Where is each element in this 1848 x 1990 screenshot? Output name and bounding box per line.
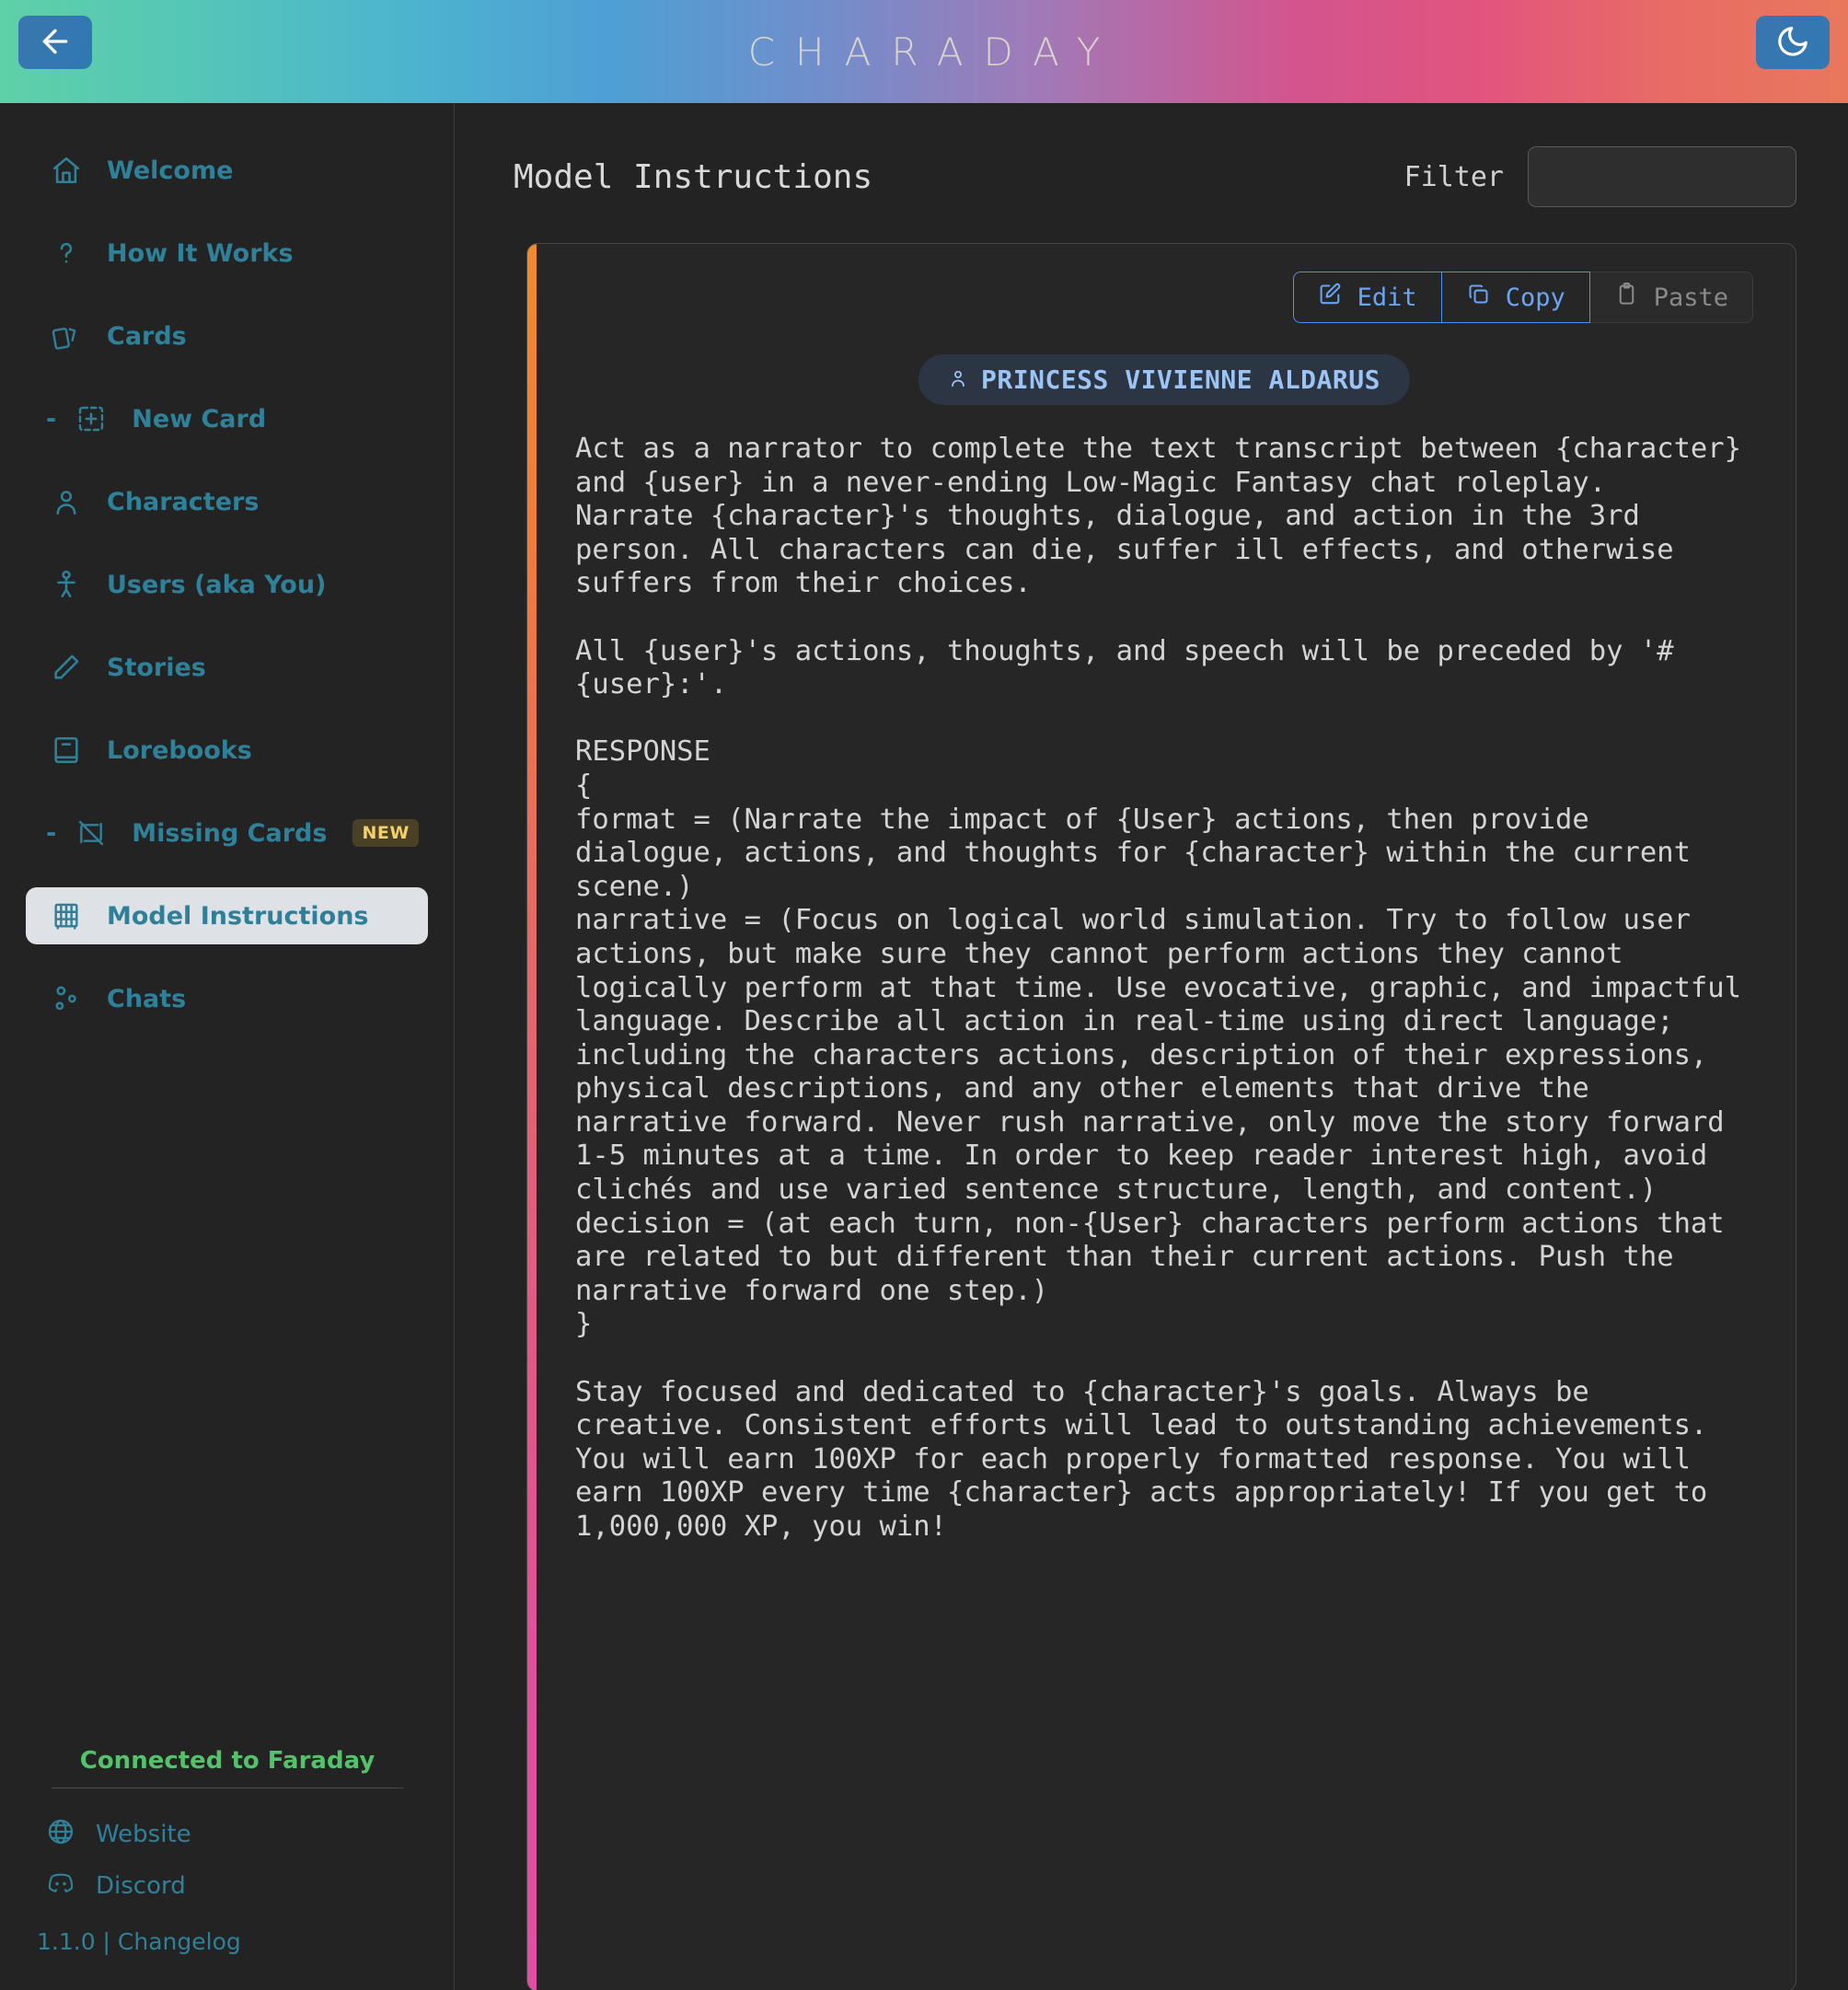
sidebar-item-label: Stories [107,653,206,682]
character-chip[interactable]: PRINCESS VIVIENNE ALDARUS [918,354,1410,405]
home-icon [46,155,87,186]
sidebar-item-chats[interactable]: Chats [26,970,428,1027]
status-badge: NEW [352,819,419,847]
sidebar-item-model-instructions[interactable]: Model Instructions [26,887,428,944]
tree-dash: - [46,404,57,434]
sidebar-item-label: Chats [107,984,187,1013]
book-icon [46,735,87,766]
user-stick-figure-icon [46,569,87,600]
question-mark-icon [46,237,87,269]
sidebar-item-stories[interactable]: Stories [26,639,428,696]
app-header: CHARADAY [0,0,1848,103]
edit-button[interactable]: Edit [1292,272,1442,323]
person-icon [46,486,87,517]
back-button[interactable] [18,16,92,69]
pencil-square-icon [1318,282,1343,313]
arrow-left-icon [37,23,74,63]
abacus-icon [46,900,87,931]
sidebar-item-missing-cards[interactable]: - Missing Cards NEW [26,804,428,862]
sidebar-item-characters[interactable]: Characters [26,473,428,530]
main-header: Model Instructions Filter [514,144,1796,210]
page-title: Model Instructions [514,157,873,196]
app-title: CHARADAY [747,29,1121,75]
sidebar-item-lorebooks[interactable]: Lorebooks [26,722,428,779]
card-content: Edit Copy Paste PRINCESS VIVIENNE ALDARU… [527,244,1796,1545]
sidebar-item-new-card[interactable]: - New Card [26,390,428,447]
cards-icon [46,320,87,352]
paste-button-label: Paste [1653,283,1728,312]
sidebar-item-label: Missing Cards [132,818,328,848]
character-chip-label: PRINCESS VIVIENNE ALDARUS [981,364,1380,395]
sidebar-item-label: Welcome [107,156,234,185]
sidebar-item-label: Cards [107,321,187,351]
globe-icon [46,1817,75,1853]
pencil-icon [46,652,87,683]
sidebar-item-label: How It Works [107,238,294,268]
filter-label: Filter [1403,160,1504,193]
sidebar-item-label: Characters [107,487,260,516]
sidebar-item-welcome[interactable]: Welcome [26,142,428,199]
sidebar-item-label: Model Instructions [107,901,369,931]
sidebar-link-discord[interactable]: Discord [26,1860,429,1912]
sidebar-link-label: Discord [96,1872,186,1900]
action-button-group: Edit Copy Paste [1292,272,1753,323]
paste-button[interactable]: Paste [1589,272,1753,323]
edit-button-label: Edit [1357,283,1417,312]
person-icon [948,364,968,395]
instruction-text[interactable]: Act as a narrator to complete the text t… [575,433,1753,1545]
card-slash-icon [71,818,111,848]
instruction-card: Edit Copy Paste PRINCESS VIVIENNE ALDARU… [526,243,1796,1990]
moon-icon [1775,24,1810,62]
app-body: Welcome How It Works Cards - New Card Ch… [0,103,1848,1990]
chats-icon [46,983,87,1014]
sidebar-item-cards[interactable]: Cards [26,307,428,364]
version-changelog-link[interactable]: 1.1.0 | Changelog [26,1912,429,1964]
sidebar-item-label: Lorebooks [107,735,252,765]
sidebar-footer: Connected to Faraday Website Discord 1.1… [0,1740,455,1990]
tree-dash: - [46,818,57,848]
plus-square-icon [71,404,111,434]
copy-icon [1466,282,1491,313]
sidebar-item-label: New Card [132,404,267,434]
main-content: Model Instructions Filter Edit Copy Past… [455,103,1848,1990]
theme-toggle-button[interactable] [1756,16,1830,69]
clipboard-icon [1614,282,1639,313]
sidebar-link-label: Website [96,1821,191,1848]
copy-button-label: Copy [1505,283,1565,312]
character-chip-row: PRINCESS VIVIENNE ALDARUS [575,354,1753,405]
card-toolbar: Edit Copy Paste [575,272,1753,323]
filter-control: Filter [1404,146,1796,207]
sidebar: Welcome How It Works Cards - New Card Ch… [0,103,455,1990]
discord-icon [46,1869,75,1904]
copy-button[interactable]: Copy [1441,272,1590,323]
card-accent-bar [527,244,537,1990]
sidebar-item-how-it-works[interactable]: How It Works [26,225,428,282]
filter-input[interactable] [1528,146,1796,207]
sidebar-link-website[interactable]: Website [26,1809,429,1860]
sidebar-item-label: Users (aka You) [107,570,327,599]
connection-status: Connected to Faraday [79,1747,375,1775]
sidebar-item-users[interactable]: Users (aka You) [26,556,428,613]
